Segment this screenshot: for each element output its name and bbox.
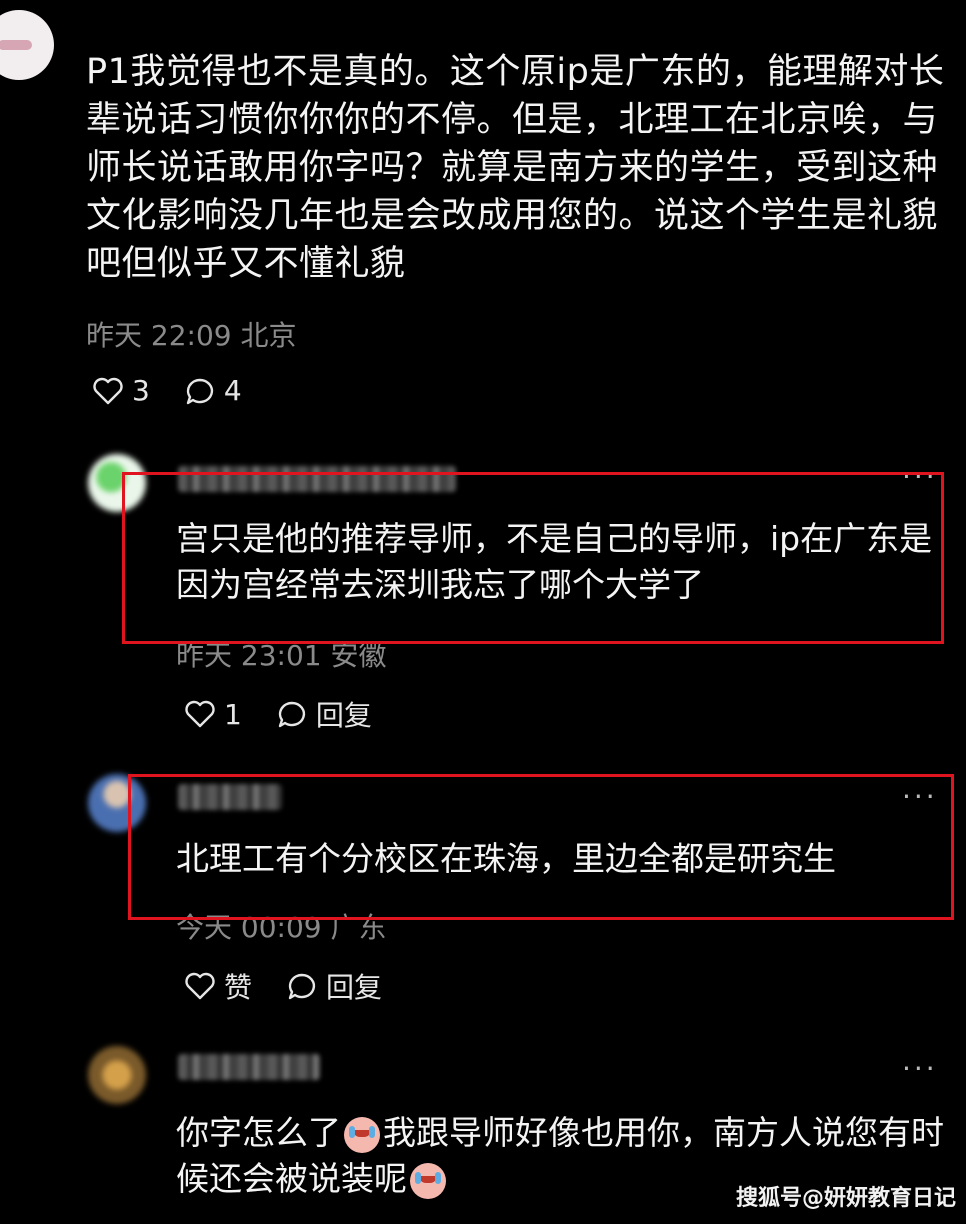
reply-count-button[interactable]: 4 — [184, 374, 242, 407]
reply-actions: 赞 回复 — [184, 966, 382, 1006]
heart-icon — [185, 700, 215, 728]
like-count: 3 — [132, 374, 150, 407]
crying-face-emoji-icon — [344, 1116, 380, 1153]
reply-label: 回复 — [315, 699, 372, 732]
more-options-icon[interactable]: ··· — [902, 780, 938, 813]
heart-icon — [185, 972, 215, 1000]
more-options-icon[interactable]: ··· — [902, 460, 938, 493]
heart-icon — [93, 377, 123, 404]
comment-bubble-icon — [278, 701, 305, 728]
like-button[interactable]: 赞 — [184, 966, 252, 1006]
reply-text: 宫只是他的推荐导师，不是自己的导师，ip在广东是因为宫经常去深圳我忘了哪个大学了 — [176, 519, 933, 604]
comment-actions: 3 4 — [92, 374, 242, 407]
reply-avatar[interactable] — [88, 1046, 146, 1104]
reply-username-blurred[interactable] — [178, 1054, 320, 1080]
comment-text: P1我觉得也不是真的。这个原ip是广东的，能理解对长辈说话习惯你你你的不停。但是… — [86, 52, 945, 284]
like-count: 1 — [224, 697, 242, 731]
reply-meta: 昨天 23:01 安徽 — [176, 639, 387, 672]
like-button[interactable]: 1 — [184, 698, 242, 731]
reply-avatar[interactable] — [88, 454, 146, 512]
reply-count: 4 — [223, 374, 242, 407]
comment-bubble-icon — [288, 973, 316, 1000]
reply-button[interactable]: 回复 — [276, 694, 372, 734]
reply-text-part: 你字怎么了 — [176, 1113, 341, 1152]
like-button[interactable]: 3 — [92, 374, 150, 407]
reply-button[interactable]: 回复 — [286, 966, 382, 1006]
reply-meta: 今天 00:09 广东 — [176, 911, 387, 944]
reply-username-blurred[interactable] — [178, 466, 456, 492]
reply-label: 回复 — [326, 971, 383, 1004]
comment-bubble-icon — [186, 378, 213, 404]
reply-avatar[interactable] — [88, 774, 146, 832]
crying-face-emoji-icon — [410, 1162, 446, 1199]
watermark: 搜狐号@妍妍教育日记 — [735, 1186, 956, 1211]
reply-username-blurred[interactable] — [178, 784, 282, 810]
reply-actions: 1 回复 — [184, 694, 372, 734]
more-options-icon[interactable]: ··· — [902, 1052, 938, 1085]
commenter-avatar[interactable] — [0, 10, 54, 80]
like-label: 赞 — [224, 971, 253, 1004]
reply-text: 北理工有个分校区在珠海，里边全都是研究生 — [176, 839, 836, 878]
comment-meta: 昨天 22:09 北京 — [86, 319, 297, 352]
